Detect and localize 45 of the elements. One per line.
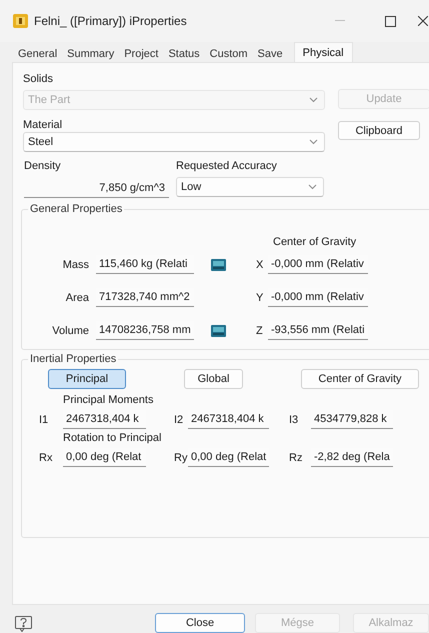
app-icon <box>13 14 28 28</box>
field-label: Area <box>64 290 89 304</box>
window-title: Felni_ ([Primary]) iProperties <box>34 14 187 28</box>
field-label: Solids <box>23 72 54 86</box>
help-icon <box>15 616 32 632</box>
axis-label: Rx <box>39 450 54 464</box>
field-label: Requested Accuracy <box>176 159 278 173</box>
section-label: Principal Moments <box>63 393 154 407</box>
axis-label: I2 <box>174 412 184 426</box>
field-label: Material <box>23 118 64 132</box>
clipboard-button[interactable]: Clipboard <box>338 121 420 140</box>
close-icon <box>418 16 428 26</box>
section-label: Rotation to Principal <box>63 431 162 445</box>
tab[interactable]: Project <box>119 45 164 62</box>
axis-label: Z <box>256 324 264 338</box>
tab[interactable]: Physical <box>294 42 353 62</box>
column-label: Center of Gravity <box>273 235 358 249</box>
tab[interactable]: Save <box>252 45 288 62</box>
minimize-icon <box>335 20 345 22</box>
field-label: Mass <box>62 258 89 272</box>
axis-label: Y <box>256 290 264 304</box>
view-button[interactable]: Principal <box>48 369 126 389</box>
axis-label: Rz <box>289 450 304 464</box>
group-title: General Properties <box>29 203 124 215</box>
tab[interactable]: General <box>13 45 62 62</box>
tab[interactable]: Summary <box>62 45 120 62</box>
tab[interactable]: Status <box>163 45 205 62</box>
chevron-down-icon <box>309 139 318 145</box>
chevron-down-icon <box>308 184 317 190</box>
tab[interactable]: Custom <box>204 45 253 62</box>
axis-label: I3 <box>289 412 300 426</box>
view-button[interactable]: Center of Gravity <box>301 369 419 389</box>
chevron-down-icon <box>309 97 318 103</box>
group-title: Inertial Properties <box>29 353 118 365</box>
axis-label: Ry <box>174 450 188 464</box>
accuracy-dropdown[interactable]: Low <box>176 177 324 197</box>
dialog-button[interactable]: Close <box>155 613 245 633</box>
field-label: Volume <box>51 324 89 338</box>
axis-label: I1 <box>39 412 50 426</box>
maximize-icon <box>385 16 396 26</box>
material-dropdown[interactable]: Steel <box>23 132 325 152</box>
density-field: 7,850 g/cm^3 <box>24 178 169 198</box>
field-label: Density <box>24 159 62 173</box>
axis-label: X <box>256 258 264 272</box>
view-button[interactable]: Global <box>184 369 243 389</box>
